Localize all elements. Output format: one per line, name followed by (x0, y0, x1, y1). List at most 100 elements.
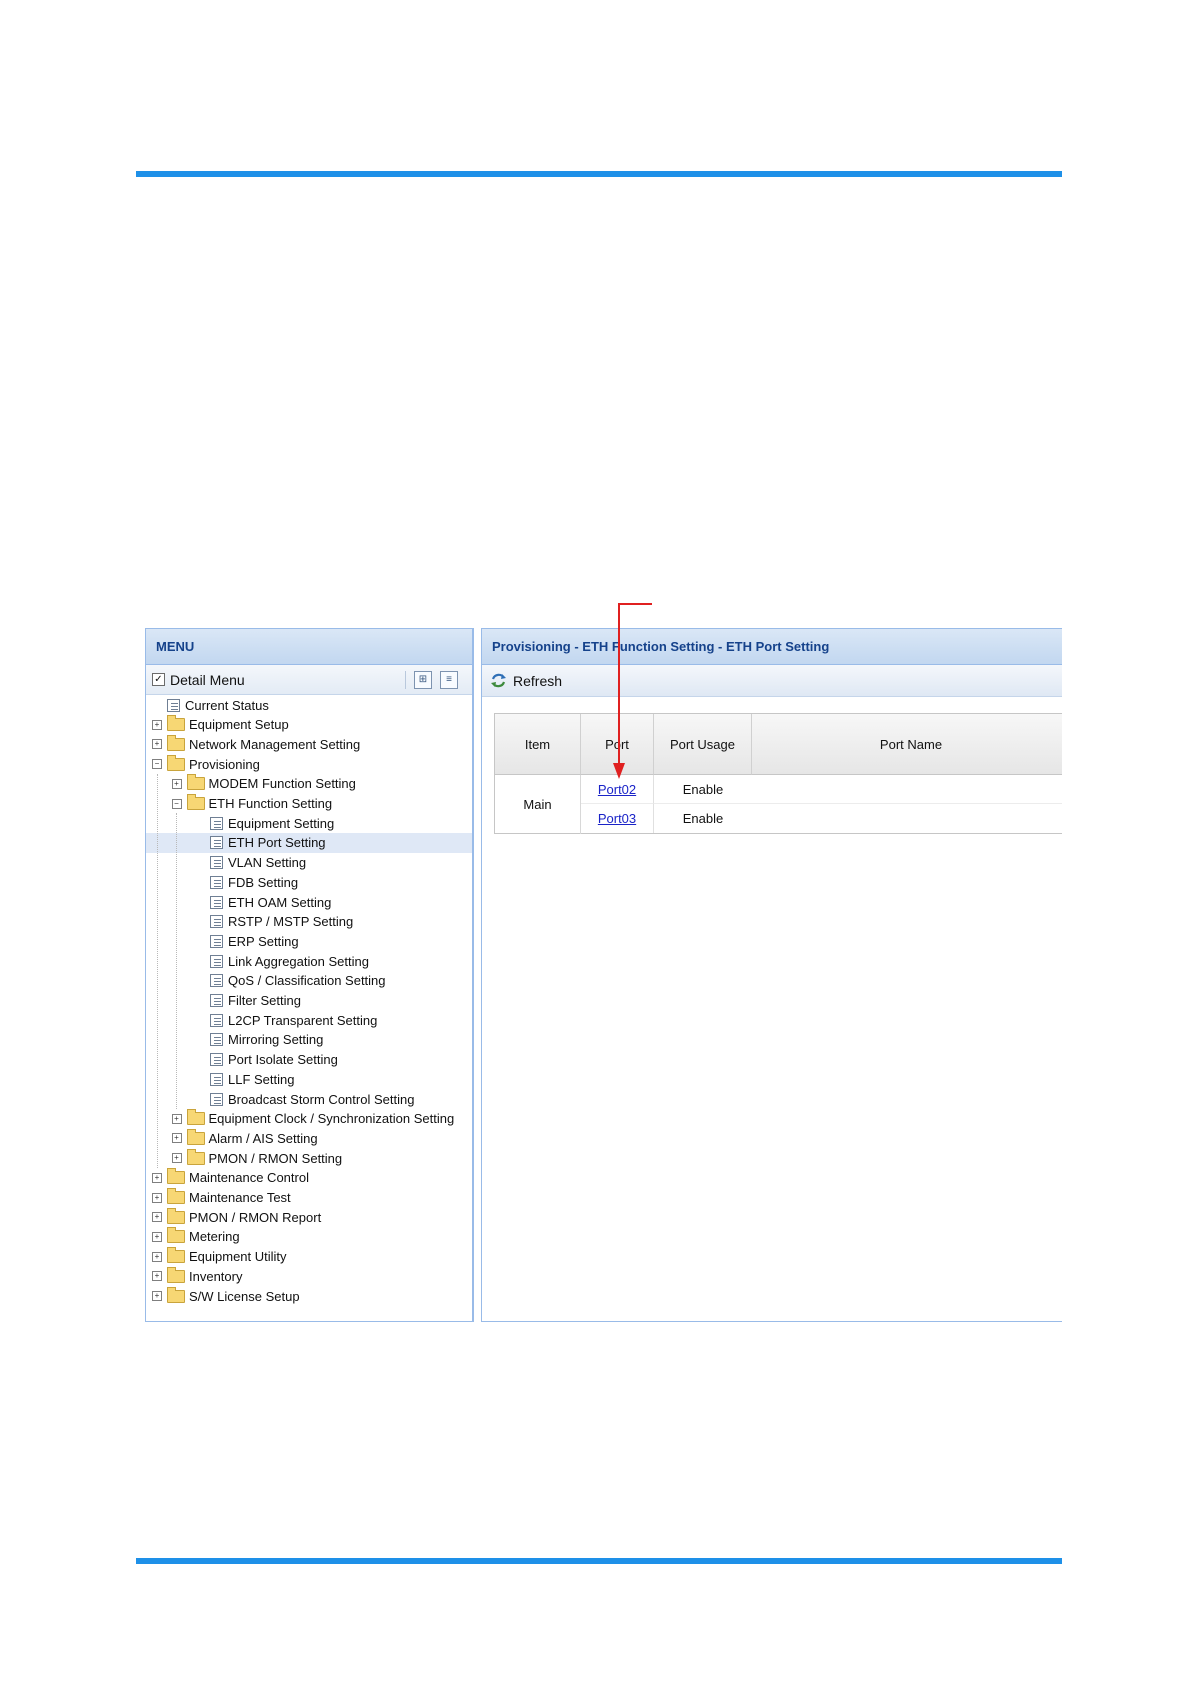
tree-item[interactable]: + Network Management Setting (146, 734, 472, 754)
tree-item[interactable]: + MODEM Function Setting (146, 774, 472, 794)
menu-panel: MENU ✓ Detail Menu ⊞ ≡ Current Status + Eq… (145, 628, 474, 1322)
tree-item[interactable]: Current Status (146, 695, 472, 715)
tree-item[interactable]: Equipment Setting (146, 813, 472, 833)
tree-item[interactable]: Port Isolate Setting (146, 1050, 472, 1070)
tree-item[interactable]: VLAN Setting (146, 853, 472, 873)
folder-icon (186, 1128, 205, 1145)
tree-item-label: Maintenance Test (189, 1190, 291, 1205)
expand-icon[interactable]: + (171, 1113, 182, 1124)
tree-item[interactable]: ERP Setting (146, 931, 472, 951)
folder-icon (186, 1109, 205, 1126)
screenshot-frame: MENU ✓ Detail Menu ⊞ ≡ Current Status + Eq… (145, 628, 1062, 1322)
header-item: Item (495, 714, 581, 775)
menu-header: MENU (146, 629, 472, 665)
folder-icon (186, 774, 205, 791)
tree-item[interactable]: + Equipment Utility (146, 1247, 472, 1267)
expand-all-icon[interactable]: ⊞ (414, 670, 432, 689)
tree-guide-line (176, 813, 177, 1109)
expand-icon[interactable]: + (152, 1291, 162, 1301)
tree-item[interactable]: + PMON / RMON Report (146, 1207, 472, 1227)
expand-icon[interactable]: + (152, 1212, 162, 1223)
tree-item[interactable]: + Inventory (146, 1266, 472, 1286)
tree-item[interactable]: ETH OAM Setting (146, 892, 472, 912)
tree-item-label: Filter Setting (228, 993, 301, 1008)
page-icon (210, 816, 223, 830)
content-panel: Provisioning - ETH Function Setting - ET… (481, 628, 1062, 1322)
port-name-cell[interactable] (752, 775, 1062, 804)
page-icon (210, 974, 223, 988)
tree-item[interactable]: RSTP / MSTP Setting (146, 912, 472, 932)
tree-item[interactable]: + Maintenance Test (146, 1188, 472, 1208)
tree-item[interactable]: L2CP Transparent Setting (146, 1010, 472, 1030)
tree-item[interactable]: + S/W License Setup (146, 1286, 472, 1306)
tree-item[interactable]: + Alarm / AIS Setting (146, 1128, 472, 1148)
tree-item[interactable]: − ETH Function Setting (146, 794, 472, 814)
port-link[interactable]: Port02 (598, 782, 636, 797)
tree-item[interactable]: Filter Setting (146, 991, 472, 1011)
expand-icon[interactable]: + (152, 719, 162, 730)
header-port: Port (581, 714, 654, 775)
expand-icon[interactable]: + (152, 1251, 162, 1262)
folder-icon (167, 1247, 185, 1264)
tree-item[interactable]: Mirroring Setting (146, 1030, 472, 1050)
expand-icon[interactable]: + (171, 1153, 182, 1164)
collapse-all-icon[interactable]: ≡ (440, 670, 458, 689)
page-icon (210, 915, 223, 929)
tree-item-label: QoS / Classification Setting (228, 973, 386, 989)
header-port-usage: Port Usage (654, 714, 752, 775)
folder-icon (186, 1148, 205, 1165)
port-link[interactable]: Port03 (598, 811, 636, 826)
tree-item-label: L2CP Transparent Setting (228, 1012, 378, 1028)
expand-icon[interactable]: + (171, 1133, 182, 1144)
tree-item-label: Equipment Setup (189, 717, 289, 733)
collapse-icon[interactable]: − (152, 759, 162, 770)
tree-item-label: Equipment Setting (228, 815, 335, 831)
folder-icon (167, 1286, 185, 1303)
tree-item[interactable]: ETH Port Setting (146, 832, 472, 853)
tree-guide-line (157, 773, 158, 1168)
table-row: Port03 (581, 804, 654, 833)
breadcrumb: Provisioning - ETH Function Setting - ET… (492, 639, 830, 654)
page-icon (210, 1072, 223, 1086)
expand-icon[interactable]: + (152, 1271, 162, 1282)
expand-icon[interactable]: + (171, 778, 182, 789)
tree-item[interactable]: QoS / Classification Setting (146, 971, 472, 991)
page-icon (210, 895, 223, 909)
tree-item-label: Equipment Utility (189, 1249, 287, 1265)
expand-icon[interactable]: + (152, 1192, 162, 1203)
tree-item[interactable]: − Provisioning (146, 754, 472, 774)
tree-item-label: Equipment Clock / Synchronization Settin… (208, 1111, 455, 1127)
tree-item[interactable]: + PMON / RMON Setting (146, 1148, 472, 1168)
tree-item[interactable]: + Equipment Setup (146, 715, 472, 735)
tree-item-label: Metering (189, 1229, 240, 1245)
content-toolbar: Refresh (482, 665, 1062, 697)
header-port-name: Port Name (752, 714, 1062, 775)
folder-icon (167, 1227, 185, 1244)
content-header: Provisioning - ETH Function Setting - ET… (482, 629, 1062, 665)
tree-item[interactable]: LLF Setting (146, 1069, 472, 1089)
detail-menu-bar: ✓ Detail Menu ⊞ ≡ (146, 665, 472, 695)
page-icon (210, 1053, 223, 1067)
tree-item-label: S/W License Setup (189, 1288, 300, 1304)
refresh-button[interactable]: Refresh (490, 672, 562, 689)
expand-icon[interactable]: + (152, 739, 162, 750)
tree-item-label: Mirroring Setting (228, 1032, 324, 1048)
tree-item[interactable]: Broadcast Storm Control Setting (146, 1089, 472, 1109)
detail-menu-label: Detail Menu (170, 671, 245, 688)
tree-item[interactable]: + Equipment Clock / Synchronization Setti… (146, 1109, 472, 1129)
tree-item[interactable]: + Maintenance Control (146, 1168, 472, 1188)
tree-item[interactable]: + Metering (146, 1227, 472, 1247)
collapse-icon[interactable]: − (171, 798, 182, 809)
tree-item[interactable]: FDB Setting (146, 872, 472, 892)
tree-item-label: ERP Setting (228, 933, 299, 949)
page-icon (167, 698, 180, 712)
detail-menu-checkbox[interactable]: ✓ (152, 673, 165, 686)
expand-icon[interactable]: + (152, 1172, 162, 1183)
port-name-cell[interactable] (752, 804, 1062, 833)
expand-icon[interactable]: + (152, 1231, 162, 1242)
tree-item-label: MODEM Function Setting (208, 776, 356, 792)
folder-icon (167, 1207, 185, 1224)
tree-item[interactable]: Link Aggregation Setting (146, 951, 472, 971)
folder-icon (167, 1168, 185, 1185)
tree-item-label: PMON / RMON Report (189, 1209, 322, 1225)
